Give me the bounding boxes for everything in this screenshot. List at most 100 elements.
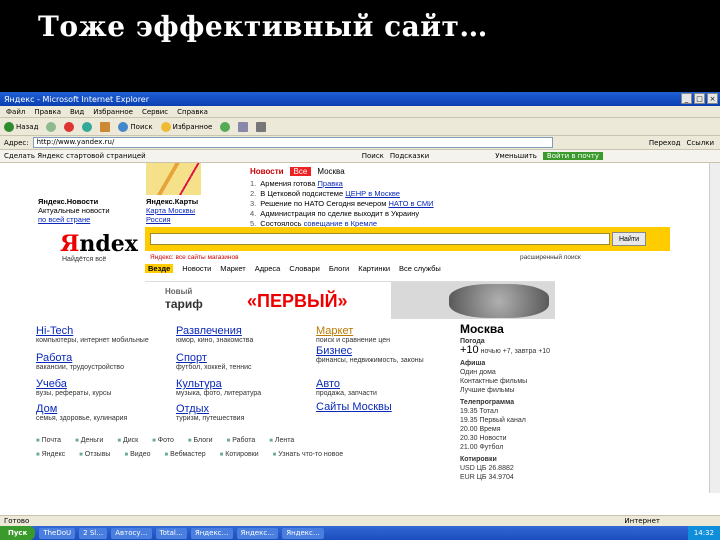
search-icon xyxy=(118,121,129,132)
vertical-scrollbar[interactable] xyxy=(709,163,720,493)
tv-item[interactable]: 19.35 Первый канал xyxy=(460,416,700,425)
forward-button[interactable] xyxy=(46,121,57,132)
service-disk[interactable]: Диск xyxy=(117,437,138,444)
login-mail-button[interactable]: Войти в почту xyxy=(542,152,603,160)
menu-view[interactable]: Вид xyxy=(70,108,84,116)
window-titlebar: Яндекс - Microsoft Internet Explorer _ □… xyxy=(0,92,720,106)
category-auto[interactable]: Авто продажа, запчасти xyxy=(316,378,451,398)
scope-all-services[interactable]: Все службы xyxy=(399,264,441,273)
taskbar-item[interactable]: Автоcу… xyxy=(111,527,152,539)
service-work[interactable]: Работа xyxy=(227,437,255,444)
ad-banner[interactable]: Новый тариф «ПЕРВЫЙ» xyxy=(145,281,555,319)
service-reviews[interactable]: Отзывы xyxy=(79,451,111,458)
taskbar-item[interactable]: Яндекс… xyxy=(282,527,324,539)
tab-all[interactable]: Все xyxy=(289,167,312,176)
advanced-search-link[interactable]: расширенный поиск xyxy=(520,254,581,261)
back-button[interactable]: Назад xyxy=(4,121,38,132)
news-item[interactable]: 3. Решение по НАТО Сегодня вечером НАТО в… xyxy=(250,199,610,209)
scope-blogs[interactable]: Блоги xyxy=(329,264,349,273)
start-button[interactable]: Пуск xyxy=(0,526,36,540)
menu-help[interactable]: Справка xyxy=(177,108,208,116)
afisha-item[interactable]: Контактные фильмы xyxy=(460,377,700,386)
tab-moscow[interactable]: Москва xyxy=(317,167,344,176)
category-sport[interactable]: Спорт футбол, хоккей, теннис xyxy=(176,352,311,372)
category-study[interactable]: Учеба вузы, рефераты, курсы xyxy=(36,378,171,398)
refresh-button[interactable] xyxy=(82,121,93,132)
category-market[interactable]: Маркет поиск и сравнение цен xyxy=(316,325,451,345)
service-quotes[interactable]: Котировки xyxy=(220,451,258,458)
links-button[interactable]: Ссылки xyxy=(686,139,714,147)
tv-heading[interactable]: Телепрограмма xyxy=(460,398,700,407)
news-item[interactable]: 4. Администрация по сделке выходит в Укра… xyxy=(250,209,610,219)
afisha-item[interactable]: Один дома xyxy=(460,368,700,377)
scope-images[interactable]: Картинки xyxy=(358,264,390,273)
weather-heading[interactable]: Погода xyxy=(460,337,700,346)
search-input[interactable] xyxy=(150,233,610,245)
service-video[interactable]: Видео xyxy=(124,451,150,458)
service-learn[interactable]: Узнать что-то новое xyxy=(273,451,343,458)
taskbar-item[interactable]: TheDoU xyxy=(39,527,76,539)
scope-dictionaries[interactable]: Словари xyxy=(289,264,319,273)
yandex-logo[interactable]: Яndex xyxy=(60,231,138,257)
menu-file[interactable]: Файл xyxy=(6,108,25,116)
map-thumbnail[interactable] xyxy=(146,163,201,195)
close-button[interactable]: × xyxy=(707,93,718,104)
links-tips[interactable]: Подсказки xyxy=(390,152,429,160)
tv-item[interactable]: 21.00 Футбол xyxy=(460,443,700,452)
promo-maps[interactable]: Яндекс.Карты Карта Москвы Россия xyxy=(146,197,246,224)
taskbar-item[interactable]: 2 Sl… xyxy=(79,527,108,539)
tv-item[interactable]: 19.35 Тотал xyxy=(460,407,700,416)
maximize-button[interactable]: □ xyxy=(694,93,705,104)
window-title: Яндекс - Microsoft Internet Explorer xyxy=(4,94,150,104)
category-moscow-sites[interactable]: Сайты Москвы xyxy=(316,401,451,413)
category-culture[interactable]: Культура музыка, фото, литература xyxy=(176,378,311,398)
promo-news[interactable]: Яндекс.Новости Актуальные новости по все… xyxy=(38,197,138,224)
category-business[interactable]: Бизнес финансы, недвижимость, законы xyxy=(316,345,451,365)
service-yandex[interactable]: Яндекс xyxy=(36,451,66,458)
menu-tools[interactable]: Сервис xyxy=(142,108,168,116)
taskbar-item[interactable]: Total… xyxy=(155,527,187,539)
service-money[interactable]: Деньги xyxy=(75,437,104,444)
history-button[interactable] xyxy=(220,121,231,132)
category-leisure[interactable]: Отдых туризм, путешествия xyxy=(176,403,311,423)
menu-favorites[interactable]: Избранное xyxy=(93,108,133,116)
service-blogs[interactable]: Блоги xyxy=(188,437,213,444)
mail-button[interactable] xyxy=(238,121,249,132)
menu-edit[interactable]: Правка xyxy=(34,108,61,116)
go-button[interactable]: Переход xyxy=(649,139,681,147)
quotes-heading[interactable]: Котировки xyxy=(460,455,700,464)
category-work[interactable]: Работа вакансии, трудоустройство xyxy=(36,352,171,372)
stop-button[interactable] xyxy=(64,121,75,132)
scope-news[interactable]: Новости xyxy=(182,264,211,273)
search-button[interactable]: Поиск xyxy=(118,121,153,132)
home-button[interactable] xyxy=(100,121,111,132)
scope-market[interactable]: Маркет xyxy=(220,264,245,273)
search-submit-button[interactable]: Найти xyxy=(612,232,646,246)
category-hitech[interactable]: Hi-Tech компьютеры, интернет мобильные xyxy=(36,325,171,345)
scope-everywhere[interactable]: Везде xyxy=(145,264,174,273)
category-entertainment[interactable]: Развлечения юмор, кино, знакомства xyxy=(176,325,311,345)
category-home[interactable]: Дом семья, здоровье, кулинария xyxy=(36,403,171,423)
tv-item[interactable]: 20.00 Время xyxy=(460,425,700,434)
service-webmaster[interactable]: Вебмастер xyxy=(165,451,205,458)
news-item[interactable]: 2. В Цетковой подсистеме ЦЕНР в Москве xyxy=(250,189,610,199)
links-search[interactable]: Поиск xyxy=(362,152,384,160)
links-zoom[interactable]: Уменьшить xyxy=(495,152,537,160)
service-feed[interactable]: Лента xyxy=(269,437,294,444)
service-photo[interactable]: Фото xyxy=(152,437,174,444)
address-input[interactable]: http://www.yandex.ru/ xyxy=(32,137,553,148)
scope-addresses[interactable]: Адреса xyxy=(255,264,281,273)
taskbar-item[interactable]: Яндекс… xyxy=(236,527,279,539)
news-item[interactable]: 1. Армения готова Правка xyxy=(250,179,610,189)
taskbar-item[interactable]: Яндекс… xyxy=(190,527,233,539)
tv-item[interactable]: 20.30 Новости xyxy=(460,434,700,443)
make-homepage-link[interactable]: Сделать Яндекс стартовой страницей xyxy=(4,152,146,160)
favorites-button[interactable]: Избранное xyxy=(160,121,212,132)
minimize-button[interactable]: _ xyxy=(681,93,692,104)
service-mail[interactable]: Почта xyxy=(36,437,61,444)
afisha-heading[interactable]: Афиша xyxy=(460,359,700,368)
afisha-item[interactable]: Лучшие фильмы xyxy=(460,386,700,395)
print-button[interactable] xyxy=(256,121,267,132)
tab-news[interactable]: Новости xyxy=(250,167,284,176)
search-hint[interactable]: Яндекс: все сайты магазинов xyxy=(150,254,239,261)
